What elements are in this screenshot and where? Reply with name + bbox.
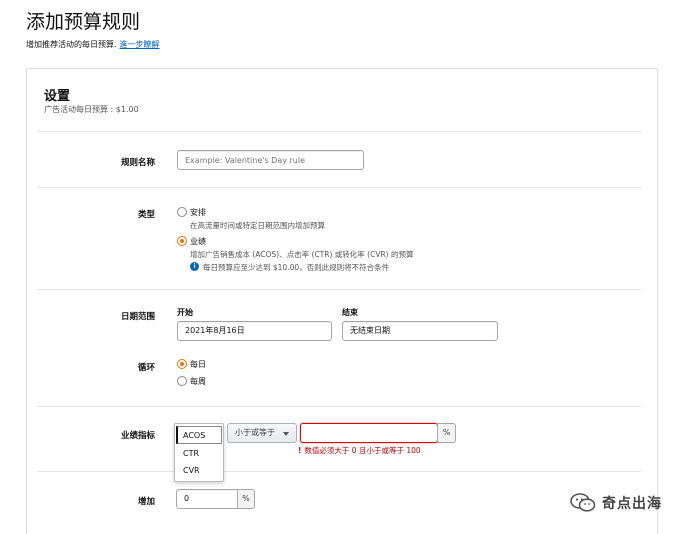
recurrence-weekly-label: 每周 xyxy=(190,377,206,386)
page-title: 添加预算规则 xyxy=(26,11,141,33)
type-schedule-label: 安排 xyxy=(190,208,206,217)
increase-input[interactable]: 0 xyxy=(176,489,238,509)
settings-card: 设置 广告活动每日预算 : $1.00 规则名称 类型 安排 在高流量时间或特定… xyxy=(26,68,658,534)
recurrence-daily-label: 每日 xyxy=(190,360,206,369)
dropdown-option-acos[interactable]: ACOS xyxy=(183,431,205,440)
start-date-label: 开始 xyxy=(177,308,193,317)
metric-unit: % xyxy=(437,423,456,443)
dropdown-option-cvr[interactable]: CVR xyxy=(183,466,200,475)
type-performance-desc: 增加广告销售成本 (ACOS)、点击率 (CTR) 或转化率 (CVR) 的预算 xyxy=(190,250,414,259)
recurrence-label: 循环 xyxy=(137,363,155,373)
divider xyxy=(37,406,641,407)
type-performance-label: 业绩 xyxy=(190,237,206,246)
comparator-select[interactable]: 小于或等于 xyxy=(227,423,297,443)
card-title: 设置 xyxy=(44,89,71,104)
comparator-value: 小于或等于 xyxy=(235,428,275,437)
info-icon: i xyxy=(190,262,199,271)
end-date-input[interactable]: 无结束日期 xyxy=(342,321,498,341)
card-subtitle: 广告活动每日预算 : $1.00 xyxy=(44,105,139,114)
chevron-down-icon xyxy=(283,432,289,436)
metric-dropdown-list: ACOS CTR CVR xyxy=(174,423,224,482)
increase-label: 增加 xyxy=(137,497,155,507)
metric-error-text: 数值必须大于 0 且小于或等于 100 xyxy=(304,446,421,455)
recurrence-daily-radio[interactable] xyxy=(177,359,187,369)
divider xyxy=(37,131,641,132)
type-label: 类型 xyxy=(137,210,155,220)
info-note: 每日预算应至少达到 $10.00，否则此规则将不符合条件 xyxy=(203,263,390,272)
watermark-text: 奇点出海 xyxy=(602,496,662,512)
wechat-icon xyxy=(570,493,596,513)
divider xyxy=(37,471,641,472)
increase-unit: % xyxy=(237,489,255,509)
learn-more-link[interactable]: 進一步瞭解 xyxy=(120,40,160,49)
divider xyxy=(37,289,641,290)
start-date-input[interactable]: 2021年8月16日 xyxy=(177,321,332,341)
recurrence-weekly-radio[interactable] xyxy=(177,376,187,386)
date-range-label: 日期范围 xyxy=(120,312,155,322)
end-date-label: 结束 xyxy=(342,308,358,317)
watermark: 奇点出海 xyxy=(570,493,662,513)
page-subtitle: 增加推荐活动的每日预算. 進一步瞭解 xyxy=(26,39,160,50)
metric-error-message: ! 数值必须大于 0 且小于或等于 100 xyxy=(298,445,421,456)
type-schedule-radio[interactable] xyxy=(177,207,187,217)
type-performance-radio[interactable] xyxy=(177,236,187,246)
type-schedule-desc: 在高流量时间或特定日期范围内增加预算 xyxy=(190,221,325,230)
metric-value-input[interactable] xyxy=(300,423,438,443)
error-icon: ! xyxy=(298,446,302,455)
divider xyxy=(37,187,641,188)
dropdown-option-ctr[interactable]: CTR xyxy=(183,449,199,458)
rule-name-input[interactable] xyxy=(177,150,364,170)
rule-name-label: 规则名称 xyxy=(120,158,155,168)
metric-label: 业绩指标 xyxy=(120,431,155,441)
page-subtitle-text: 增加推荐活动的每日预算. xyxy=(26,40,117,49)
